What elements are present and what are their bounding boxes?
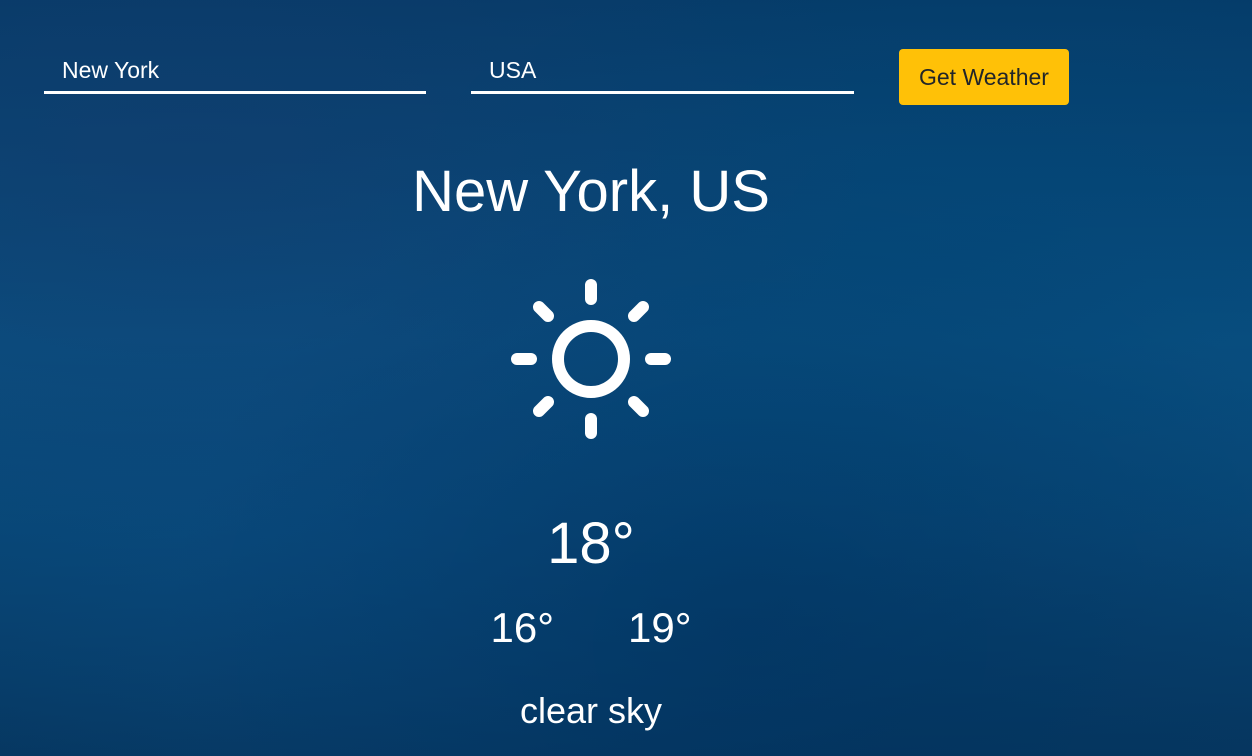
min-temperature: 16° [490, 604, 554, 651]
sun-icon [511, 279, 671, 439]
location-title: New York, US [412, 159, 770, 224]
city-input[interactable] [44, 46, 426, 91]
get-weather-button[interactable]: Get Weather [899, 49, 1069, 105]
weather-app: Get Weather New York, US 18° 16° 19° cle… [0, 0, 1252, 756]
current-temperature: 18° [547, 511, 635, 576]
max-temperature: 19° [628, 604, 692, 651]
min-max-temperatures: 16° 19° [0, 604, 1182, 652]
weather-icon-container [0, 276, 1182, 442]
weather-description: clear sky [519, 690, 663, 731]
city-field [44, 46, 426, 94]
country-input[interactable] [471, 46, 854, 91]
country-field [471, 46, 854, 94]
